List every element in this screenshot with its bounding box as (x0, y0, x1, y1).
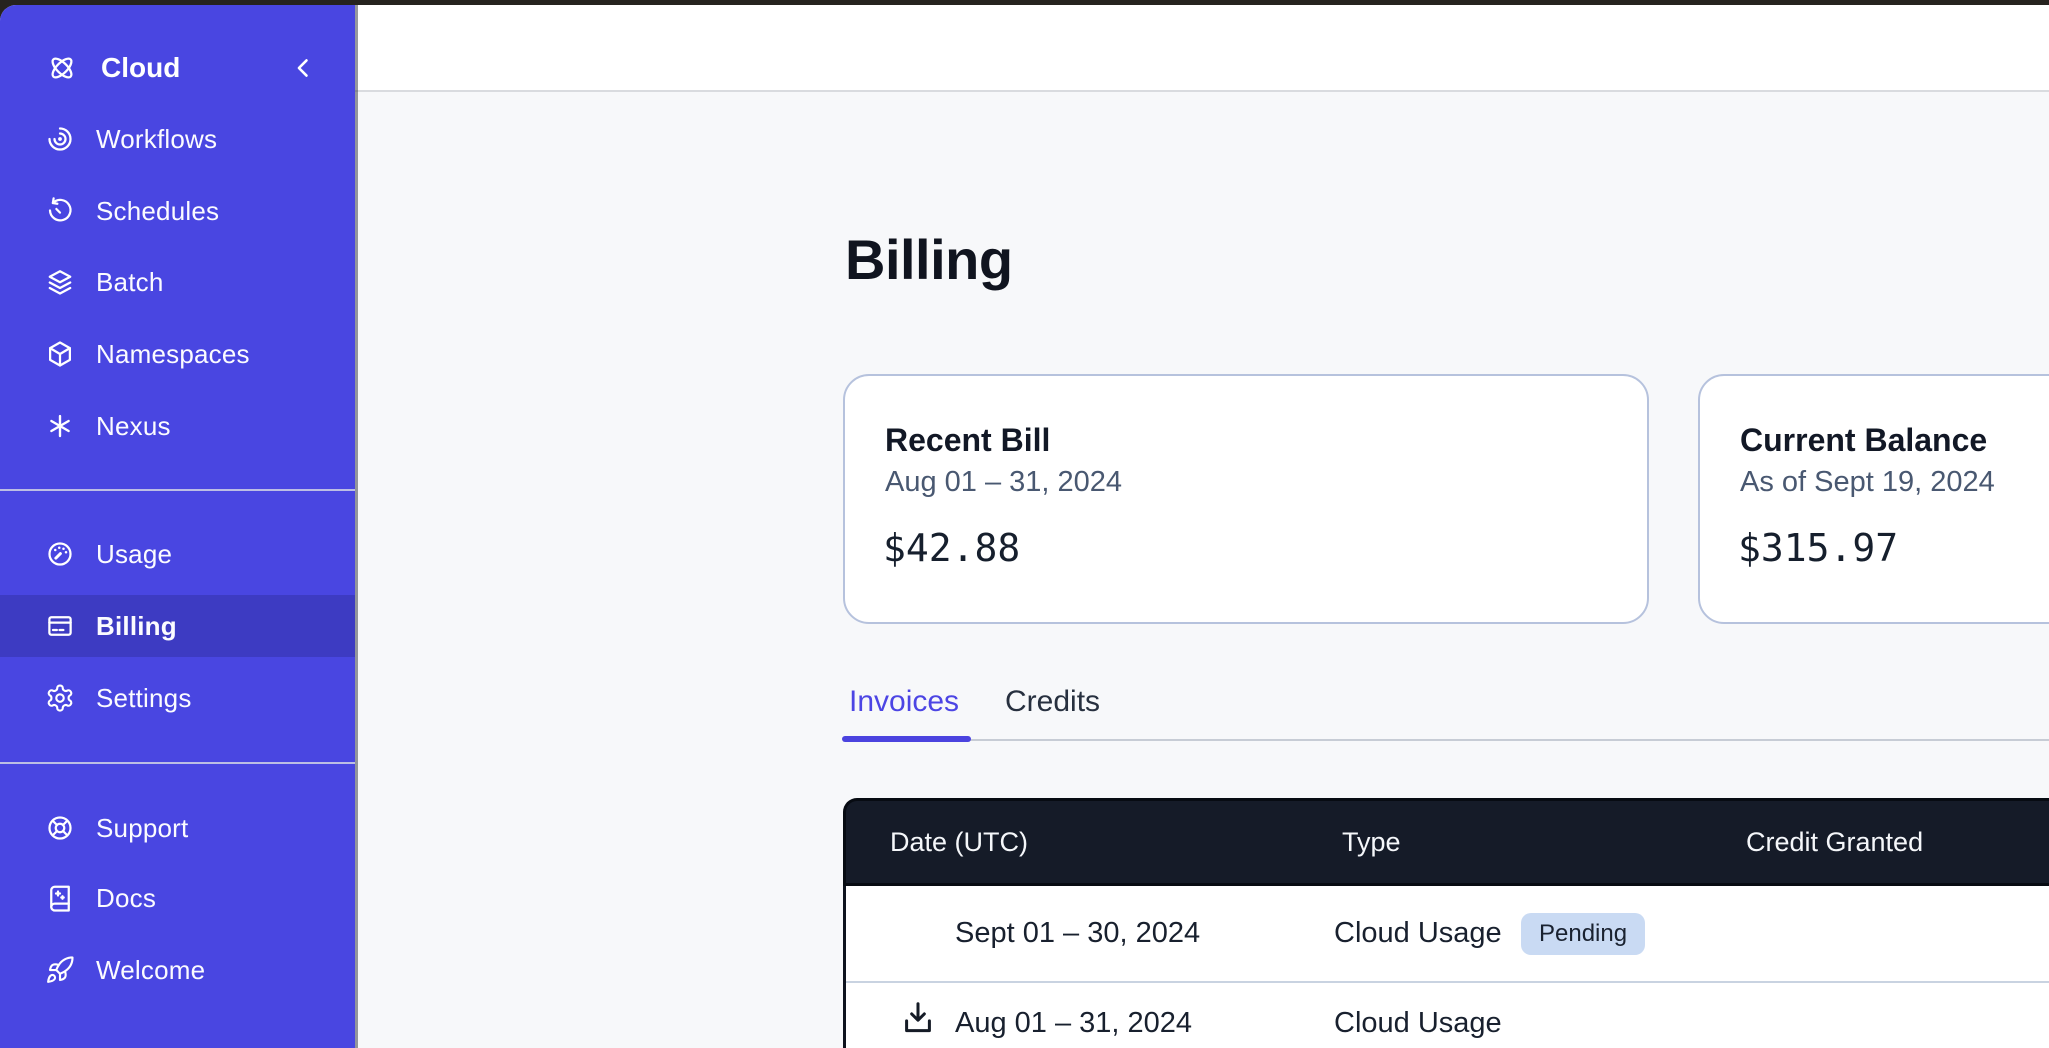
active-tab-underline (842, 736, 971, 742)
sidebar-item-label: Settings (96, 683, 192, 714)
sidebar-divider (0, 762, 355, 764)
page-title: Billing (845, 227, 1013, 292)
sidebar-item-label: Batch (96, 267, 164, 298)
sidebar-item-label: Billing (96, 611, 177, 642)
table-header: Date (UTC) Type Credit Granted (843, 798, 2049, 886)
table-row: Sept 01 – 30, 2024 Cloud Usage Pending (846, 886, 2049, 981)
app-window: Cloud Workflows (0, 5, 2049, 1048)
card-amount: $315.97 (1738, 526, 1898, 570)
column-header-type: Type (1342, 801, 1401, 883)
docs-icon (45, 883, 75, 913)
tab-invoices[interactable]: Invoices (849, 685, 959, 719)
sidebar-item-billing[interactable]: Billing (0, 595, 355, 657)
sidebar-item-support[interactable]: Support (0, 797, 355, 859)
sidebar-item-schedules[interactable]: Schedules (0, 180, 355, 242)
card-title: Recent Bill (885, 422, 1050, 459)
sidebar-item-label: Usage (96, 539, 172, 570)
support-icon (45, 813, 75, 843)
column-header-credit-granted: Credit Granted (1746, 801, 1923, 883)
current-balance-card: Current Balance As of Sept 19, 2024 $315… (1698, 374, 2049, 624)
sidebar-main-divider (355, 5, 358, 1048)
sidebar-item-welcome[interactable]: Welcome (0, 939, 355, 1001)
invoice-date: Sept 01 – 30, 2024 (955, 886, 1200, 981)
download-invoice-icon[interactable] (899, 999, 937, 1037)
sidebar-item-label: Namespaces (96, 339, 250, 370)
welcome-icon (45, 955, 75, 985)
sidebar-item-namespaces[interactable]: Namespaces (0, 323, 355, 385)
status-badge: Pending (1521, 913, 1645, 955)
page: Cloud Workflows (0, 0, 2049, 1048)
sidebar-item-label: Nexus (96, 411, 171, 442)
sidebar-item-label: Schedules (96, 196, 219, 227)
workflows-icon (45, 124, 75, 154)
card-period: Aug 01 – 31, 2024 (885, 466, 1122, 499)
invoice-type: Cloud Usage (1334, 886, 1502, 981)
card-period: As of Sept 19, 2024 (1740, 466, 1995, 499)
chevron-left-icon (289, 54, 317, 82)
billing-icon (45, 611, 75, 641)
table-body: Sept 01 – 30, 2024 Cloud Usage Pending (843, 886, 2049, 1048)
invoice-type: Cloud Usage (1334, 983, 1502, 1048)
sidebar-item-label: Workflows (96, 124, 217, 155)
nexus-icon (45, 411, 75, 441)
sidebar-item-docs[interactable]: Docs (0, 867, 355, 929)
card-title: Current Balance (1740, 422, 1987, 459)
schedules-icon (45, 196, 75, 226)
sidebar-item-label: Support (96, 813, 188, 844)
sidebar-item-settings[interactable]: Settings (0, 667, 355, 729)
settings-icon (45, 683, 75, 713)
main-content: Billing Recent Bill Aug 01 – 31, 2024 $4… (355, 5, 2049, 1048)
invoice-date: Aug 01 – 31, 2024 (955, 983, 1192, 1048)
sidebar-item-workflows[interactable]: Workflows (0, 108, 355, 170)
sidebar-item-label: Welcome (96, 955, 205, 986)
tab-credits[interactable]: Credits (1005, 685, 1100, 719)
sidebar-collapse-button[interactable] (284, 49, 322, 87)
temporal-logo-icon (45, 51, 79, 85)
namespaces-icon (45, 339, 75, 369)
brand-label: Cloud (101, 52, 180, 84)
column-header-date: Date (UTC) (890, 801, 1028, 883)
batch-icon (45, 267, 75, 297)
sidebar-item-usage[interactable]: Usage (0, 523, 355, 585)
usage-icon (45, 539, 75, 569)
invoices-table: Date (UTC) Type Credit Granted Sept 01 –… (843, 798, 2049, 1048)
card-amount: $42.88 (883, 526, 1020, 570)
sidebar-divider (0, 489, 355, 491)
topbar (355, 5, 2049, 92)
sidebar-item-batch[interactable]: Batch (0, 251, 355, 313)
sidebar-item-nexus[interactable]: Nexus (0, 395, 355, 457)
sidebar-item-label: Docs (96, 883, 156, 914)
recent-bill-card: Recent Bill Aug 01 – 31, 2024 $42.88 (843, 374, 1649, 624)
table-row: Aug 01 – 31, 2024 Cloud Usage (846, 983, 2049, 1048)
sidebar: Cloud Workflows (0, 5, 355, 1048)
tabs-baseline (843, 739, 2049, 741)
